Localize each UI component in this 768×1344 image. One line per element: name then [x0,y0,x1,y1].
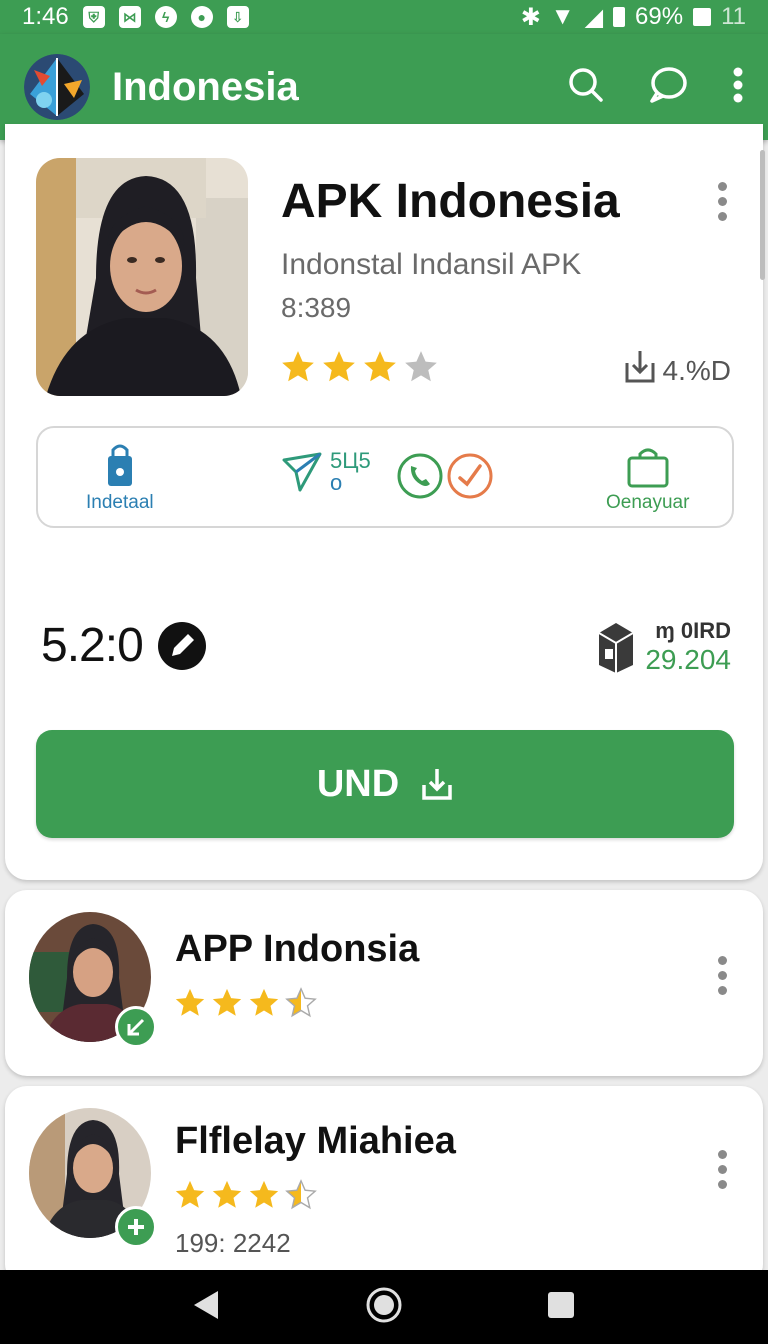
star-filled-icon [175,988,205,1016]
shopping-bag-icon [627,448,669,488]
app-size-value: 4.%D [662,354,731,386]
app-number: 8:389 [281,292,352,323]
send-icon [282,452,322,492]
star-empty-icon [405,351,437,382]
list-item[interactable]: Flflelay Miahiea 199: 2242 [5,1086,763,1286]
app-detail-card: APK Indonesia Indonstal Indansil APK 8:3… [5,124,763,880]
bowtie-notification-icon: ⋈ [118,6,141,28]
star-filled-icon [212,1180,242,1208]
feature-buy[interactable]: Oenayuar [606,446,689,514]
arrow-down-left-icon [127,1018,145,1036]
recents-icon[interactable] [546,1290,576,1325]
list-item-menu-icon[interactable] [716,956,728,995]
star-filled-icon [212,988,242,1016]
feature-share[interactable]: 5Ц5 o [282,450,371,494]
battery-percent: 69% [635,3,684,30]
download-stat-value: 29.204 [645,644,731,675]
list-item-menu-icon[interactable] [716,1150,728,1189]
app-subtitle: Indonstal Indansil APK [281,248,582,281]
battery-icon [613,7,626,27]
feature-buy-label: Oenayuar [606,492,690,513]
list-item-badge [115,1006,157,1048]
scrollbar[interactable] [760,150,765,280]
star-filled-icon [249,988,279,1016]
size-download-icon [623,349,657,392]
home-icon[interactable] [366,1287,402,1328]
wifi-icon: ▼ [550,3,575,30]
search-icon[interactable] [568,67,604,108]
app-version-value: 5.2:0 [41,619,144,672]
feature-strip: Indetaal 5Ц5 o Oenayuar [36,426,734,528]
call-icon [397,453,443,499]
system-nav-bar [0,1270,768,1344]
feature-verify[interactable] [446,452,494,500]
app-card-menu-icon[interactable] [716,182,728,221]
list-item-title: APP Indonsia [175,928,420,970]
bluetooth-icon: ✱ [520,3,541,31]
cell-signal-icon: ◢ [584,3,604,31]
app-version: 5.2:0 [41,618,207,673]
status-bar: 1:46 ⛨ ⋈ ϟ ● ⇩ ✱ ▼ ◢ 69% 11 [0,0,768,34]
pencil-badge-icon [157,621,206,670]
app-size: 4.%D [623,349,731,392]
install-button[interactable]: UND [36,730,734,838]
star-filled-icon [323,351,355,382]
app-rating-stars [279,348,440,386]
app-developer-photo [36,158,248,396]
list-item-title: Flflelay Miahiea [175,1120,456,1162]
list-item-meta: 199: 2242 [175,1228,291,1258]
overflow-menu-icon[interactable] [732,67,744,108]
install-button-label: UND [316,762,400,805]
app-logo[interactable] [24,54,90,120]
star-filled-icon [364,351,396,382]
feature-share-sub: o [330,470,343,495]
list-item-rating-stars [173,986,318,1020]
list-item-badge [115,1206,157,1248]
status-time: 1:46 [22,3,69,30]
feature-install[interactable]: Indetaal [86,442,154,514]
feature-install-label: Indetaal [86,492,154,513]
star-half-icon [285,1179,317,1210]
plus-icon [128,1219,144,1235]
feature-call[interactable] [396,452,444,500]
messenger-notification-icon: ϟ [154,6,177,28]
app-title: APK Indonesia [281,175,620,228]
star-filled-icon [249,1180,279,1208]
chat-icon[interactable] [648,66,688,109]
check-icon [447,453,493,499]
download-stat-label: ɱ 0IRD [655,618,731,643]
list-item-rating-stars [173,1178,318,1212]
app-bar-title: Indonesia [112,64,299,109]
list-item[interactable]: APP Indonsia [5,890,763,1076]
download-notification-icon: ⇩ [226,6,249,28]
download-stat: ɱ 0IRD 29.204 [597,618,731,676]
shield-notification-icon: ⛨ [82,6,105,28]
status-extra: 11 [721,3,746,30]
lock-icon [107,444,132,486]
star-half-icon [285,987,317,1018]
feature-share-count: 5Ц5 [330,448,371,473]
star-filled-icon [282,351,314,382]
back-icon[interactable] [192,1289,222,1326]
star-filled-icon [175,1180,205,1208]
battery-icon-2 [693,8,712,26]
download-icon [422,769,452,800]
record-notification-icon: ● [190,6,213,28]
package-icon [598,623,634,673]
